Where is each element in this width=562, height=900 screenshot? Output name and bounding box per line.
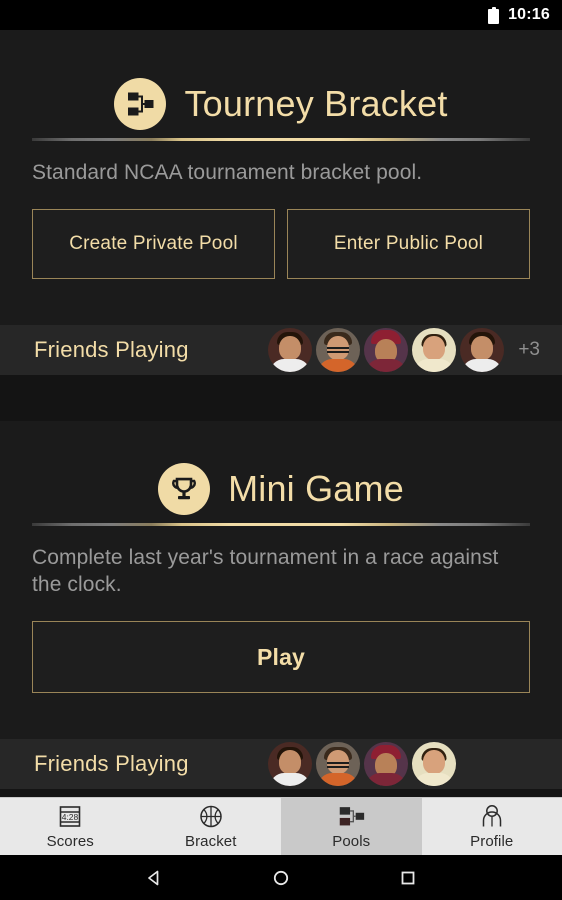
- play-button[interactable]: Play: [32, 621, 530, 694]
- recents-square-icon[interactable]: [386, 855, 430, 900]
- back-triangle-icon[interactable]: [132, 855, 176, 900]
- svg-text:4:28: 4:28: [62, 812, 79, 822]
- avatar[interactable]: [268, 327, 313, 372]
- content-bottom-filler: [0, 789, 562, 797]
- status-bar-clock: 10:16: [508, 6, 550, 23]
- avatar[interactable]: [268, 742, 312, 787]
- bracket-icon: [336, 803, 366, 831]
- card-mini-game-actions: Play: [32, 621, 530, 739]
- card-tourney-bracket-header: Tourney Bracket: [32, 78, 530, 138]
- tab-bracket[interactable]: Bracket: [141, 798, 282, 855]
- content-scroll-area[interactable]: Tourney Bracket Standard NCAA tournament…: [0, 30, 562, 797]
- friends-avatar-list: +3: [268, 327, 540, 372]
- basketball-icon: [196, 803, 226, 831]
- friends-avatar-list: [268, 742, 456, 787]
- friends-playing-row-bracket[interactable]: Friends Playing +3: [0, 324, 562, 375]
- battery-icon: [488, 6, 500, 24]
- card-mini-game-description: Complete last year's tournament in a rac…: [32, 545, 499, 597]
- card-tourney-bracket: Tourney Bracket Standard NCAA tournament…: [0, 30, 562, 375]
- tab-profile-label: Profile: [470, 833, 514, 850]
- status-bar-right: 10:16: [488, 6, 550, 24]
- friends-playing-row-minigame[interactable]: Friends Playing: [0, 739, 562, 790]
- card-separator-gap: [0, 374, 562, 421]
- friends-playing-label: Friends Playing: [34, 336, 189, 362]
- tab-scores-label: Scores: [46, 833, 94, 850]
- tab-bracket-label: Bracket: [184, 833, 237, 850]
- bracket-icon: [114, 78, 167, 130]
- card-mini-game-title: Mini Game: [228, 467, 404, 509]
- tab-profile[interactable]: Profile: [422, 798, 562, 855]
- home-circle-icon[interactable]: [259, 855, 303, 900]
- card-tourney-bracket-actions: Create Private Pool Enter Public Pool: [32, 208, 530, 325]
- enter-public-pool-button[interactable]: Enter Public Pool: [287, 208, 530, 279]
- card-tourney-bracket-divider: [32, 138, 530, 141]
- card-tourney-bracket-description: Standard NCAA tournament bracket pool.: [32, 161, 423, 184]
- avatar[interactable]: [364, 327, 409, 372]
- tab-pools-label: Pools: [332, 833, 371, 850]
- card-mini-game-body: Mini Game Complete last year's tournamen…: [0, 421, 562, 739]
- avatar[interactable]: [316, 742, 360, 787]
- friends-overflow-count: +3: [518, 338, 540, 360]
- app-root: 10:16 Tourney Bracket Standard NCAA tour…: [0, 0, 562, 900]
- avatar[interactable]: [364, 742, 408, 787]
- scoreboard-icon: 4:28: [55, 803, 85, 831]
- card-mini-game: Mini Game Complete last year's tournamen…: [0, 420, 562, 790]
- status-bar: 10:16: [0, 0, 562, 30]
- android-nav-bar: [0, 855, 562, 900]
- friends-playing-label: Friends Playing: [34, 751, 189, 777]
- bottom-tab-bar: 4:28 Scores Bracket Pools Profile: [0, 797, 562, 855]
- avatar[interactable]: [412, 327, 457, 372]
- card-mini-game-divider: [32, 522, 530, 526]
- avatar[interactable]: [412, 742, 456, 787]
- avatar[interactable]: [460, 327, 505, 372]
- avatar[interactable]: [316, 327, 361, 372]
- tab-scores[interactable]: 4:28 Scores: [0, 798, 141, 855]
- card-tourney-bracket-title: Tourney Bracket: [184, 83, 448, 125]
- person-icon: [477, 803, 507, 831]
- trophy-icon: [158, 462, 211, 515]
- tab-pools[interactable]: Pools: [281, 798, 422, 855]
- create-private-pool-button[interactable]: Create Private Pool: [32, 208, 275, 279]
- card-tourney-bracket-body: Tourney Bracket Standard NCAA tournament…: [0, 30, 562, 325]
- card-mini-game-header: Mini Game: [32, 462, 530, 523]
